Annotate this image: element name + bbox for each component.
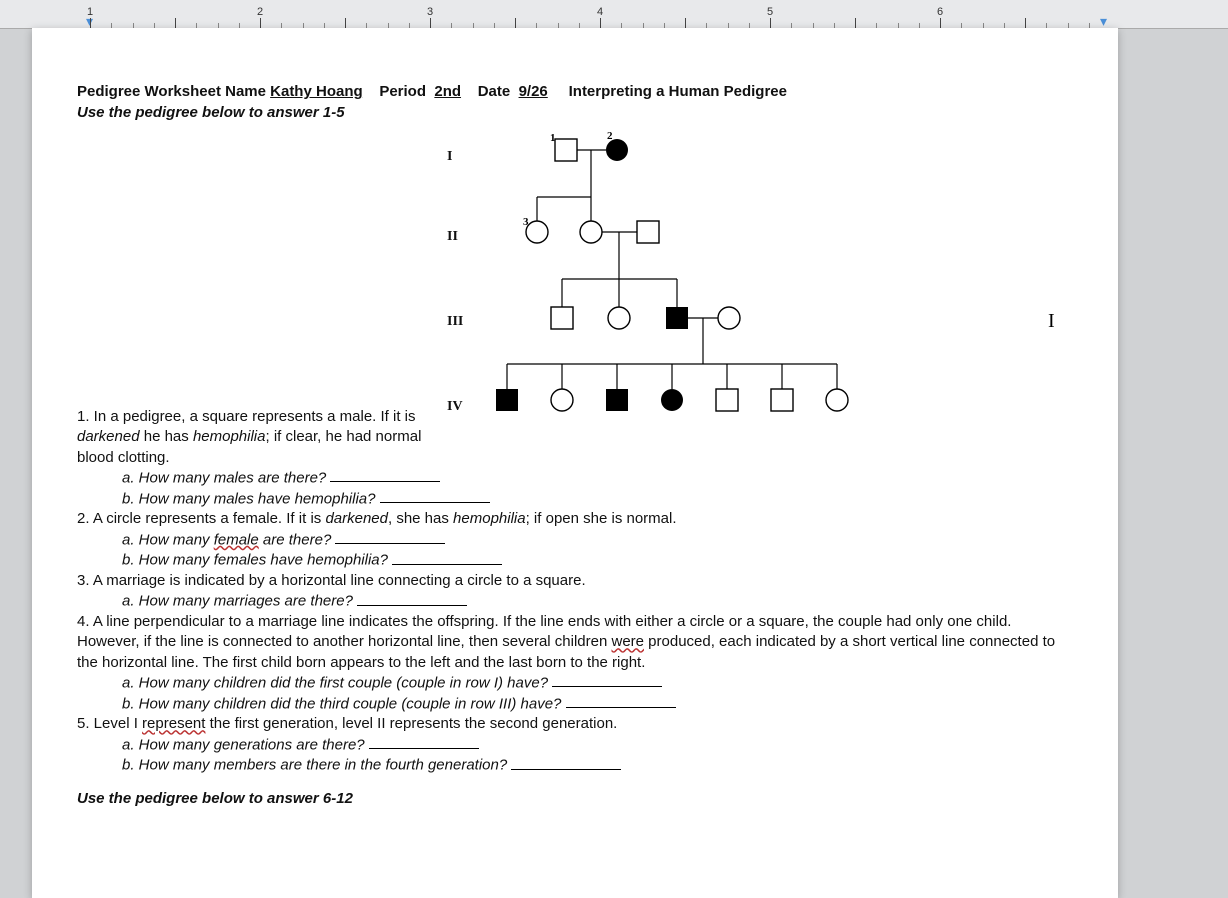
q2: 2. A circle represents a female. If it i… xyxy=(77,509,1073,529)
period-value: 2nd xyxy=(434,83,461,100)
q5: 5. Level I represent the first generatio… xyxy=(77,714,1073,734)
ruler-tick-minor xyxy=(345,18,346,28)
pedigree-female xyxy=(826,389,848,411)
pedigree-female xyxy=(551,389,573,411)
ruler-tick-major xyxy=(430,18,431,28)
q5a: a. How many generations are there? xyxy=(122,735,1073,756)
pedigree-male xyxy=(771,389,793,411)
q4a: a. How many children did the first coupl… xyxy=(122,673,1073,694)
pedigree-svg: 1 2 3 xyxy=(467,129,887,429)
q3a: a. How many marriages are there? xyxy=(122,591,1073,612)
svg-text:2: 2 xyxy=(607,130,613,142)
pedigree-female xyxy=(526,221,548,243)
pedigree-female-affected xyxy=(661,389,683,411)
pedigree-female xyxy=(718,307,740,329)
ruler: ▾ ▾ 123456 xyxy=(0,0,1228,29)
gen-label-1: I xyxy=(447,149,452,165)
pedigree-female xyxy=(580,221,602,243)
date-label: Date xyxy=(478,83,511,100)
gen-label-4: IV xyxy=(447,399,463,415)
gen-label-3: III xyxy=(447,314,463,330)
pedigree-chart: I II III IV 1 2 3 xyxy=(77,129,1073,429)
ruler-tick-major xyxy=(600,18,601,28)
ruler-number: 6 xyxy=(937,6,943,18)
q4b: b. How many children did the third coupl… xyxy=(122,694,1073,715)
ruler-number: 2 xyxy=(257,6,263,18)
ruler-number: 3 xyxy=(427,6,433,18)
text-cursor-icon: I xyxy=(1048,310,1055,333)
pedigree-female-affected xyxy=(606,139,628,161)
instruction-line: Use the pedigree below to answer 1-5 xyxy=(77,104,1073,121)
pedigree-male xyxy=(551,307,573,329)
ruler-tick-major xyxy=(260,18,261,28)
ruler-tick-major xyxy=(770,18,771,28)
svg-text:3: 3 xyxy=(523,216,529,228)
ruler-tick-minor xyxy=(515,18,516,28)
pedigree-male-affected xyxy=(496,389,518,411)
ruler-tick-minor xyxy=(1025,18,1026,28)
pedigree-male-affected xyxy=(666,307,688,329)
ruler-tick-major xyxy=(940,18,941,28)
q2a: a. How many female are there? xyxy=(122,530,1073,551)
student-name: Kathy Hoang xyxy=(270,83,363,100)
period-label: Period xyxy=(379,83,426,100)
svg-text:1: 1 xyxy=(550,132,556,144)
q2b: b. How many females have hemophilia? xyxy=(122,550,1073,571)
pedigree-male xyxy=(716,389,738,411)
pedigree-male-affected xyxy=(606,389,628,411)
ruler-number: 4 xyxy=(597,6,603,18)
header-prefix: Pedigree Worksheet Name xyxy=(77,83,270,100)
ruler-tick-major xyxy=(90,18,91,28)
date-value: 9/26 xyxy=(519,83,548,100)
worksheet-header: Pedigree Worksheet Name Kathy Hoang Peri… xyxy=(77,83,1073,100)
ruler-number: 1 xyxy=(87,6,93,18)
pedigree-female xyxy=(608,307,630,329)
ruler-number: 5 xyxy=(767,6,773,18)
q1a: a. How many males are there? xyxy=(122,468,1073,489)
q1b: b. How many males have hemophilia? xyxy=(122,489,1073,510)
ruler-tick-minor xyxy=(855,18,856,28)
q4: 4. A line perpendicular to a marriage li… xyxy=(77,612,1073,673)
gen-label-2: II xyxy=(447,229,458,245)
pedigree-male xyxy=(637,221,659,243)
ruler-tick-minor xyxy=(175,18,176,28)
ruler-tick-minor xyxy=(685,18,686,28)
q3: 3. A marriage is indicated by a horizont… xyxy=(77,571,1073,591)
section-2-header: Use the pedigree below to answer 6-12 xyxy=(77,790,1073,807)
q5b: b. How many members are there in the fou… xyxy=(122,755,1073,776)
document-page[interactable]: Pedigree Worksheet Name Kathy Hoang Peri… xyxy=(32,28,1118,898)
pedigree-male xyxy=(555,139,577,161)
worksheet-title: Interpreting a Human Pedigree xyxy=(569,83,787,100)
